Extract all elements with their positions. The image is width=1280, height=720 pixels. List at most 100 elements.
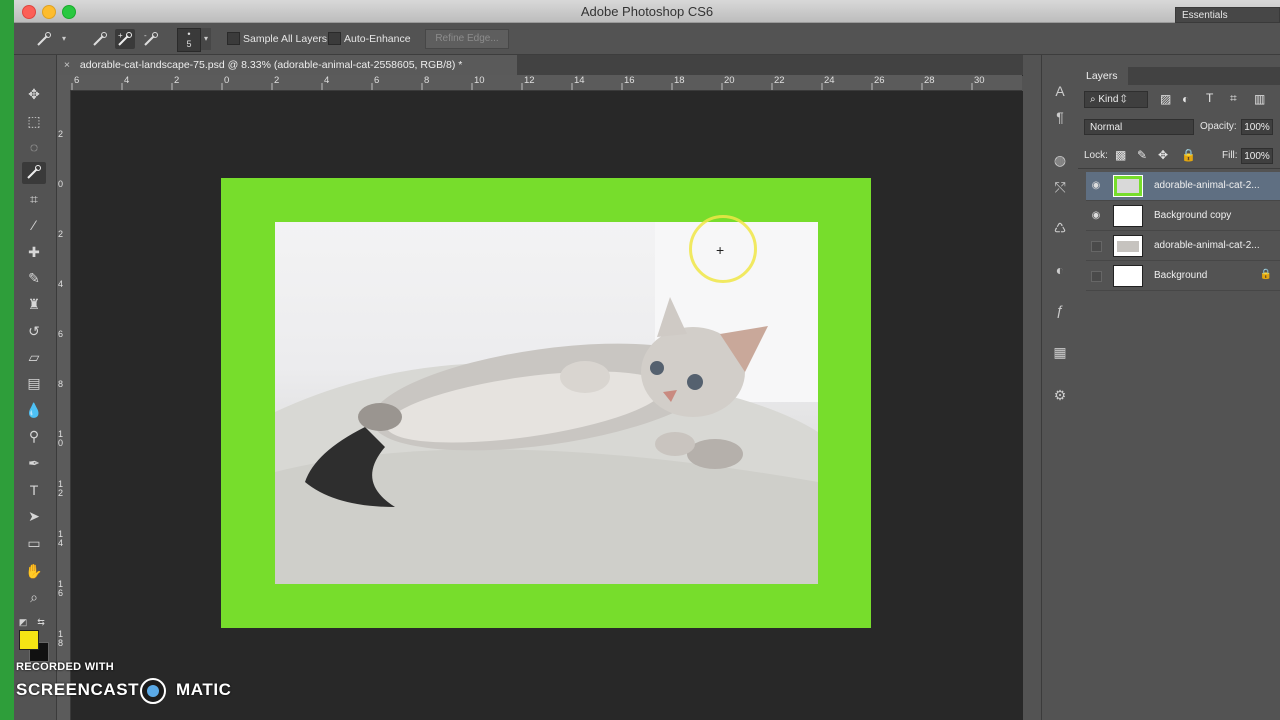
add-to-selection-icon[interactable]: +	[115, 29, 135, 49]
layer-name[interactable]: adorable-animal-cat-2...	[1154, 180, 1260, 191]
ruler-label: 1 4	[58, 529, 64, 548]
foreground-color-swatch[interactable]	[19, 630, 39, 650]
lock-transparent-icon[interactable]: ▩	[1115, 148, 1126, 162]
layer-name[interactable]: adorable-animal-cat-2...	[1154, 240, 1260, 251]
workspace-switcher[interactable]: Essentials	[1175, 7, 1280, 23]
layer-name[interactable]: Background copy	[1154, 210, 1231, 221]
visibility-eye-icon[interactable]: ◉	[1089, 209, 1103, 223]
path-selection-tool-icon[interactable]: ➤	[22, 505, 46, 527]
layers-tab[interactable]: Layers	[1078, 67, 1128, 85]
type-tool-icon[interactable]: T	[22, 479, 46, 501]
sample-all-layers-checkbox[interactable]	[227, 32, 240, 45]
ruler-label: 4	[58, 279, 64, 289]
svg-text:+: +	[118, 31, 123, 40]
close-document-icon[interactable]: ×	[57, 55, 77, 75]
auto-enhance-checkbox[interactable]	[328, 32, 341, 45]
eraser-tool-icon[interactable]: ▱	[22, 346, 46, 368]
marquee-tool-icon[interactable]: ⬚	[22, 110, 46, 132]
visibility-toggle-off[interactable]	[1091, 241, 1102, 252]
healing-brush-tool-icon[interactable]: ✚	[22, 241, 46, 263]
layer-thumbnail	[1113, 175, 1143, 197]
character-panel-icon[interactable]: A	[1050, 81, 1070, 101]
move-tool-icon[interactable]: ✥	[22, 83, 46, 105]
visibility-toggle-off[interactable]	[1091, 271, 1102, 282]
ruler-label: 6	[58, 329, 64, 339]
eyedropper-tool-icon[interactable]: ⁄	[22, 214, 46, 236]
ruler-label: 4	[124, 75, 130, 86]
window-titlebar: Adobe Photoshop CS6	[14, 0, 1280, 23]
rectangle-tool-icon[interactable]: ▭	[22, 532, 46, 554]
tools-panel: ✥ ⬚ ◌ ⌗ ⁄ ✚ ✎ ♜ ↺ ▱ ▤ 💧 ⚲ ✒ T ➤ ▭ ✋ ⌕ ◩ …	[14, 55, 57, 720]
zoom-tool-icon[interactable]: ⌕	[22, 586, 46, 608]
new-selection-icon[interactable]	[90, 29, 110, 49]
filter-kind-value: Kind	[1098, 94, 1119, 105]
layer-row[interactable]: ◉ adorable-animal-cat-2...	[1086, 172, 1280, 201]
color-panel-icon[interactable]: ◍	[1050, 150, 1070, 170]
actions-panel-icon[interactable]: ♺	[1050, 218, 1070, 238]
layer-lock-icon: 🔒	[1259, 269, 1272, 280]
brush-size-dropdown-icon[interactable]: ▾	[201, 28, 211, 50]
layer-row[interactable]: adorable-animal-cat-2...	[1086, 232, 1280, 261]
3d-panel-icon[interactable]: ⚙	[1050, 385, 1070, 405]
filter-type-icon[interactable]: T	[1206, 91, 1213, 105]
layer-row[interactable]: Background 🔒	[1086, 262, 1280, 291]
quick-selection-tool-icon[interactable]	[22, 162, 46, 184]
watermark-word-matic: MATIC	[176, 680, 232, 699]
ruler-label: 2	[274, 75, 280, 86]
ruler-label: 1 6	[58, 579, 64, 598]
dodge-tool-icon[interactable]: ⚲	[22, 425, 46, 447]
clone-stamp-tool-icon[interactable]: ♜	[22, 293, 46, 315]
brush-size-picker[interactable]: • 5	[177, 28, 201, 52]
hand-tool-icon[interactable]: ✋	[22, 560, 46, 582]
gradient-tool-icon[interactable]: ▤	[22, 372, 46, 394]
opacity-input[interactable]: 100%	[1241, 119, 1273, 135]
fill-input[interactable]: 100%	[1241, 148, 1273, 164]
ruler-label: 24	[824, 75, 835, 86]
quick-selection-preset-icon[interactable]	[34, 29, 54, 49]
lock-image-icon[interactable]: ✎	[1137, 148, 1147, 162]
svg-text:-: -	[144, 31, 147, 40]
brush-size-value: 5	[186, 39, 192, 49]
history-brush-tool-icon[interactable]: ↺	[22, 320, 46, 342]
layer-row[interactable]: ◉ Background copy	[1086, 202, 1280, 231]
adjustments-panel-icon[interactable]: ◐	[1050, 260, 1070, 280]
paragraph-panel-icon[interactable]: ¶	[1050, 107, 1070, 127]
blend-mode-select[interactable]: Normal	[1084, 119, 1194, 135]
blur-tool-icon[interactable]: 💧	[22, 399, 46, 421]
crop-tool-icon[interactable]: ⌗	[22, 188, 46, 210]
ruler-origin[interactable]	[57, 75, 70, 90]
ruler-label: 16	[624, 75, 635, 86]
ruler-label: 12	[524, 75, 535, 86]
fill-label: Fill:	[1222, 150, 1238, 161]
subtract-from-selection-icon[interactable]: -	[141, 29, 161, 49]
filter-shape-icon[interactable]: ⌗	[1230, 91, 1237, 106]
crosshair-cursor-icon: +	[716, 242, 725, 258]
lock-all-icon[interactable]: 🔒	[1181, 148, 1196, 162]
horizontal-ruler[interactable]: 6 4 2 0 2 4 6 8 10 12 14 16 18 20 22 24 …	[70, 75, 1022, 91]
lock-position-icon[interactable]: ✥	[1158, 148, 1168, 162]
desktop-edge	[0, 0, 14, 720]
document-tab-bar: × adorable-cat-landscape-75.psd @ 8.33% …	[57, 55, 1023, 76]
thumbnail-image	[1117, 241, 1139, 252]
vertical-ruler[interactable]: 2 0 2 4 6 8 1 0 1 2 1 4 1 6 1 8	[57, 90, 71, 720]
ruler-label: 8	[424, 75, 430, 86]
styles-panel-icon[interactable]: ƒ	[1050, 300, 1070, 320]
divider	[1078, 168, 1280, 169]
filter-adjustment-icon[interactable]: ◐	[1182, 92, 1189, 106]
screencast-watermark: RECORDED WITH SCREENCAST MATIC	[0, 655, 260, 720]
layer-thumbnail	[1113, 235, 1143, 257]
paths-panel-icon[interactable]: ⤲	[1050, 177, 1070, 197]
visibility-eye-icon[interactable]: ◉	[1089, 179, 1103, 193]
filter-pixel-icon[interactable]: ▨	[1160, 92, 1171, 106]
pen-tool-icon[interactable]: ✒	[22, 452, 46, 474]
document-tab[interactable]: × adorable-cat-landscape-75.psd @ 8.33% …	[57, 55, 517, 75]
lasso-tool-icon[interactable]: ◌	[22, 136, 46, 158]
document-tab-title: adorable-cat-landscape-75.psd @ 8.33% (a…	[79, 59, 463, 71]
preset-dropdown-icon[interactable]: ▾	[54, 29, 74, 49]
filter-smart-object-icon[interactable]: ▥	[1254, 92, 1265, 106]
channels-panel-icon[interactable]: ▦	[1050, 342, 1070, 362]
brush-tool-icon[interactable]: ✎	[22, 267, 46, 289]
layer-filter-kind[interactable]: ⌕ Kind ⇕	[1084, 91, 1148, 108]
refine-edge-button[interactable]: Refine Edge...	[425, 29, 509, 49]
layer-name[interactable]: Background	[1154, 270, 1207, 281]
